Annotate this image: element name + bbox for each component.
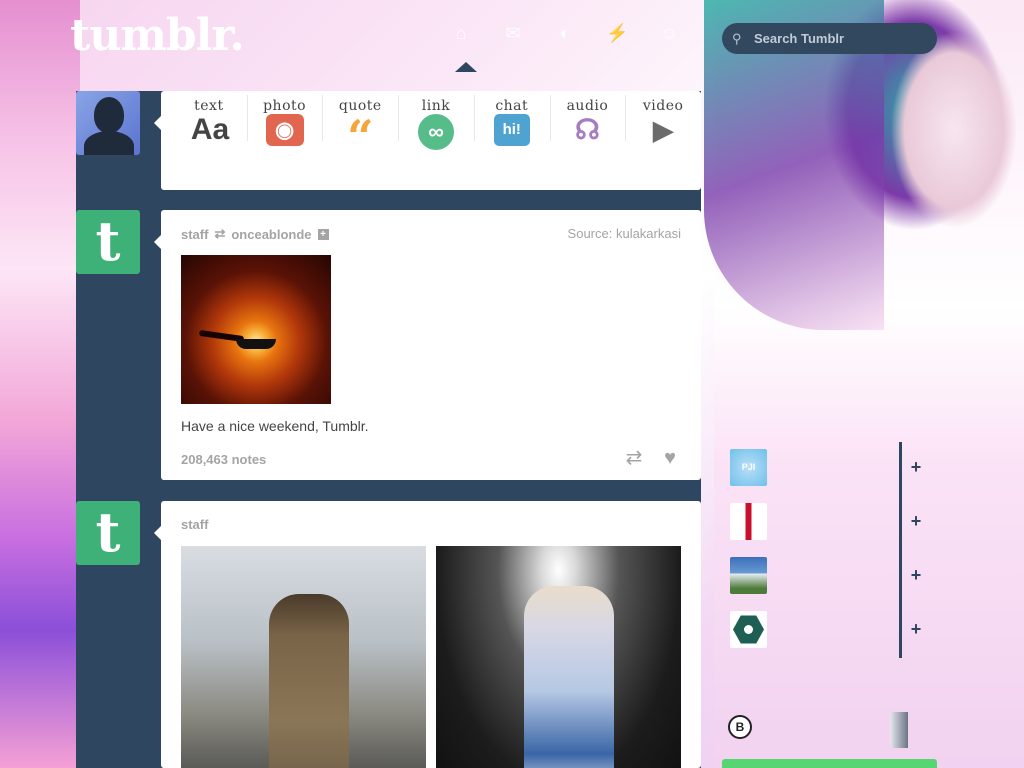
photo-model-shape xyxy=(269,594,349,768)
post-type-label: chat xyxy=(495,98,529,114)
quote-icon: “ xyxy=(347,110,374,164)
staff-avatar[interactable]: t xyxy=(76,210,140,274)
rec-divider xyxy=(899,604,902,658)
post-notes-count[interactable]: 208,463 notes xyxy=(181,452,266,467)
recommended-blog[interactable]: + xyxy=(730,550,930,611)
follow-plus-icon[interactable]: + xyxy=(908,565,924,586)
reblogged-from-link[interactable]: onceablonde xyxy=(231,227,311,242)
recommended-blog[interactable]: PJI + xyxy=(730,442,930,503)
sidebar-tab[interactable] xyxy=(890,712,908,748)
blog-avatar[interactable]: PJI xyxy=(730,449,767,486)
post-type-video[interactable]: video ▶ xyxy=(625,91,701,161)
post-type-label: video xyxy=(642,98,684,114)
post-type-link[interactable]: link ∞ xyxy=(398,91,474,161)
hexagon-icon xyxy=(733,615,764,644)
top-nav: ⌂ ✉ ◐ ⚡ ☺ xyxy=(450,22,680,44)
blog-avatar[interactable] xyxy=(730,611,767,648)
avatar-silhouette-body xyxy=(84,131,134,155)
post-card: staff xyxy=(161,501,701,768)
reblog-small-icon: ⇄ xyxy=(214,226,226,241)
recommended-blogs: PJI + + + + xyxy=(730,442,930,665)
post-photo-runway-left[interactable] xyxy=(181,546,426,768)
photo-model-shape xyxy=(524,586,614,768)
search-icon: ⚲ xyxy=(732,30,742,46)
video-camera-icon: ▶ xyxy=(653,115,674,145)
rec-divider xyxy=(899,550,902,604)
headphones-icon: ☊ xyxy=(575,114,600,145)
photo-sunglasses-shape xyxy=(236,339,276,349)
user-avatar[interactable] xyxy=(76,91,140,155)
b-badge-icon[interactable]: B xyxy=(728,715,752,739)
post-author-link[interactable]: staff xyxy=(181,227,208,242)
post-type-audio[interactable]: audio ☊ xyxy=(549,91,626,161)
post-author-link[interactable]: staff xyxy=(181,517,208,532)
post-type-chat[interactable]: chat hi! xyxy=(473,91,550,161)
home-icon[interactable]: ⌂ xyxy=(450,22,472,44)
search-input[interactable] xyxy=(754,31,914,46)
background-art-left xyxy=(0,0,80,768)
blog-avatar[interactable] xyxy=(730,503,767,540)
avatar-silhouette-head xyxy=(94,97,124,133)
post-type-quote[interactable]: quote “ xyxy=(322,91,398,161)
chat-bubble-icon: hi! xyxy=(493,114,530,146)
recommended-blog[interactable]: + xyxy=(730,604,930,665)
follow-plus-icon[interactable]: + xyxy=(317,228,329,240)
post-type-picker: text Aa photo ◉ quote “ link ∞ chat hi! … xyxy=(161,91,701,190)
post-notch xyxy=(154,235,161,249)
follow-plus-icon[interactable]: + xyxy=(908,457,924,478)
blog-avatar[interactable] xyxy=(730,557,767,594)
rec-divider xyxy=(899,496,902,550)
post-photo-sunset[interactable] xyxy=(181,255,331,404)
post-caption: Have a nice weekend, Tumblr. xyxy=(181,418,369,434)
post-card: staff ⇄ onceablonde + Source: kulakarkas… xyxy=(161,210,701,480)
post-header: staff xyxy=(181,517,208,532)
post-notch xyxy=(154,526,161,540)
post-header: staff ⇄ onceablonde + xyxy=(181,226,329,242)
follow-plus-icon[interactable]: + xyxy=(908,511,924,532)
staff-avatar[interactable]: t xyxy=(76,501,140,565)
heart-icon[interactable]: ♥ xyxy=(658,446,682,470)
post-type-label: link xyxy=(421,98,451,114)
post-type-label: audio xyxy=(566,98,609,114)
follow-plus-icon[interactable]: + xyxy=(908,619,924,640)
reblog-icon[interactable]: ⇄ xyxy=(622,446,646,470)
messages-icon[interactable]: ⚡ xyxy=(606,22,628,44)
rec-divider xyxy=(899,442,902,496)
green-action-bar[interactable] xyxy=(722,759,937,768)
link-icon: ∞ xyxy=(418,114,455,150)
inbox-icon[interactable]: ◐ xyxy=(554,22,576,44)
explore-icon[interactable]: ✉ xyxy=(502,22,524,44)
text-icon: Aa xyxy=(190,113,230,146)
post-type-photo[interactable]: photo ◉ xyxy=(246,91,323,161)
post-type-label: photo xyxy=(263,98,307,114)
post-type-text[interactable]: text Aa xyxy=(171,91,247,161)
recommended-blog[interactable]: + xyxy=(730,496,930,557)
nav-active-caret xyxy=(455,62,477,72)
post-photo-runway-right[interactable] xyxy=(436,546,681,768)
search-bar[interactable]: ⚲ xyxy=(722,23,937,54)
post-source-link[interactable]: Source: kulakarkasi xyxy=(568,226,681,241)
account-icon[interactable]: ☺ xyxy=(658,22,680,44)
camera-icon: ◉ xyxy=(265,114,304,146)
tumblr-logo[interactable]: tumblr. xyxy=(70,10,245,61)
post-type-label: text xyxy=(194,98,224,114)
picker-notch xyxy=(154,116,161,130)
